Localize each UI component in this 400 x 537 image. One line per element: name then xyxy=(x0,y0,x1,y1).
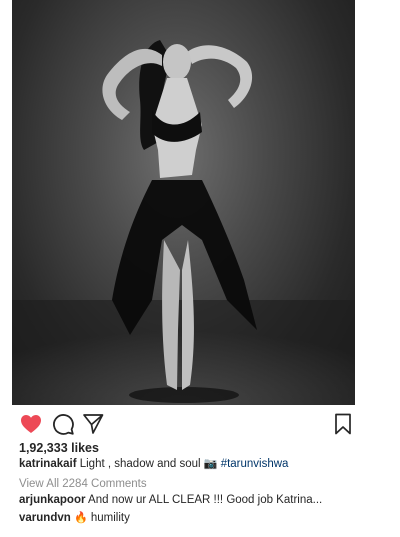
comment-text: humility xyxy=(90,512,130,524)
comment-username[interactable]: arjunkapoor xyxy=(19,494,85,506)
post-caption: katrinakaif Light , shadow and soul 📷 #t… xyxy=(19,457,288,471)
fire-icon: 🔥 xyxy=(73,512,88,524)
caption-username[interactable]: katrinakaif xyxy=(19,458,77,470)
likes-count[interactable]: 1,92,333 likes xyxy=(19,441,99,455)
caption-text: Light , shadow and soul xyxy=(79,458,201,470)
comment-item: varundvn 🔥 humility xyxy=(19,511,130,525)
post-actions-bar xyxy=(19,412,355,436)
comment-text: And now ur ALL CLEAR !!! Good job Katrin… xyxy=(88,494,323,506)
comment-username[interactable]: varundvn xyxy=(19,512,71,524)
heart-filled-icon[interactable] xyxy=(19,412,43,436)
camera-icon: 📷 xyxy=(203,458,218,470)
caption-hashtag[interactable]: #tarunvishwa xyxy=(221,458,289,470)
bookmark-icon[interactable] xyxy=(331,412,355,436)
comment-bubble-icon[interactable] xyxy=(51,412,75,436)
view-all-comments-link[interactable]: View All 2284 Comments xyxy=(19,477,147,491)
paper-plane-icon[interactable] xyxy=(81,412,105,436)
comment-item: arjunkapoor And now ur ALL CLEAR !!! Goo… xyxy=(19,493,322,507)
photo-silhouette xyxy=(12,40,355,405)
post-photo[interactable] xyxy=(12,0,355,405)
